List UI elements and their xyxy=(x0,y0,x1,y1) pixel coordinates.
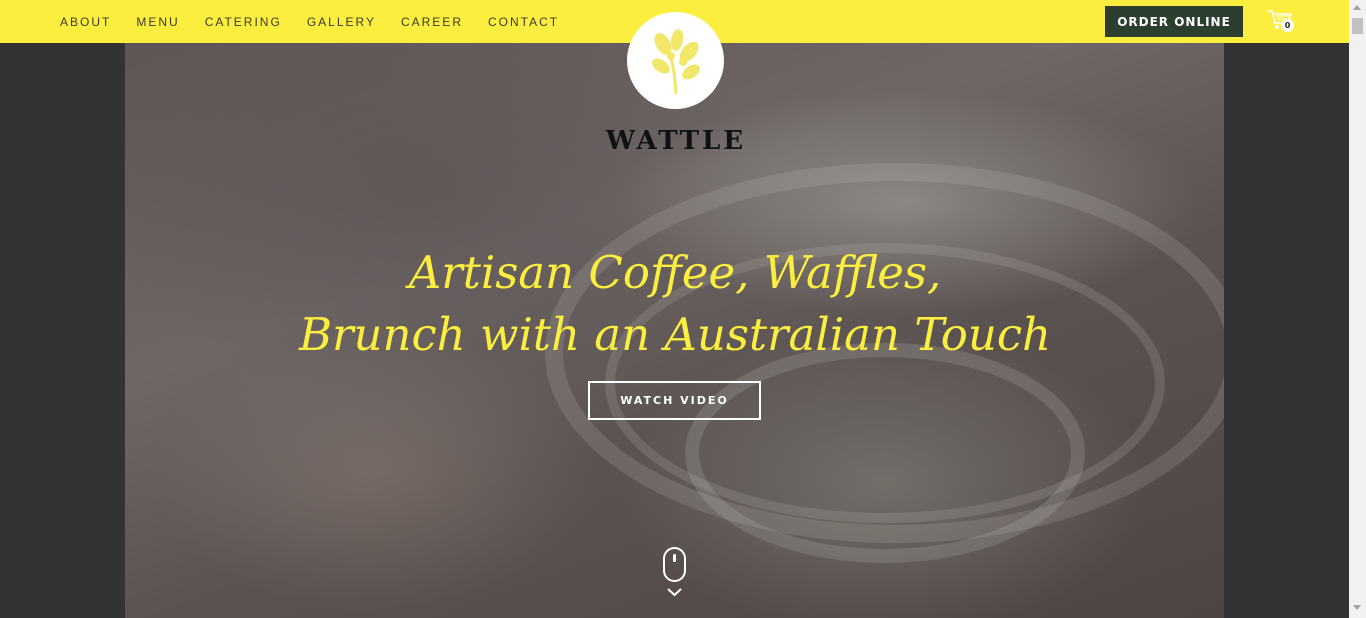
shopping-cart-icon[interactable]: 0 xyxy=(1267,9,1297,35)
watch-video-button[interactable]: WATCH VIDEO xyxy=(588,381,761,420)
order-online-button[interactable]: ORDER ONLINE xyxy=(1105,6,1243,37)
wattle-flower-icon xyxy=(651,28,700,94)
nav-item-contact[interactable]: CONTACT xyxy=(488,15,559,29)
main-nav: ABOUT MENU CATERING GALLERY CAREER CONTA… xyxy=(60,0,584,43)
scroll-down-arrow-icon[interactable] xyxy=(1353,605,1361,610)
hero-headline: Artisan Coffee, Waffles, Brunch with an … xyxy=(250,242,1100,366)
coffee-swirl-decoration xyxy=(685,343,1085,563)
hero-headline-line-2: Brunch with an Australian Touch xyxy=(298,308,1052,361)
chevron-down-icon[interactable] xyxy=(667,585,682,600)
nav-item-catering[interactable]: CATERING xyxy=(205,15,282,29)
mouse-scroll-icon[interactable] xyxy=(663,547,686,582)
nav-item-career[interactable]: CAREER xyxy=(401,15,463,29)
scroll-up-arrow-icon[interactable] xyxy=(1353,5,1361,10)
nav-item-gallery[interactable]: GALLERY xyxy=(307,15,376,29)
brand-name: WATTLE xyxy=(605,126,747,156)
logo[interactable] xyxy=(627,12,724,109)
page-scrollbar[interactable] xyxy=(1349,0,1366,618)
cart-count-badge: 0 xyxy=(1281,19,1294,32)
nav-item-about[interactable]: ABOUT xyxy=(60,15,111,29)
scrollbar-thumb[interactable] xyxy=(1352,18,1363,34)
hero-headline-line-1: Artisan Coffee, Waffles, xyxy=(408,246,942,299)
nav-item-menu[interactable]: MENU xyxy=(136,15,179,29)
